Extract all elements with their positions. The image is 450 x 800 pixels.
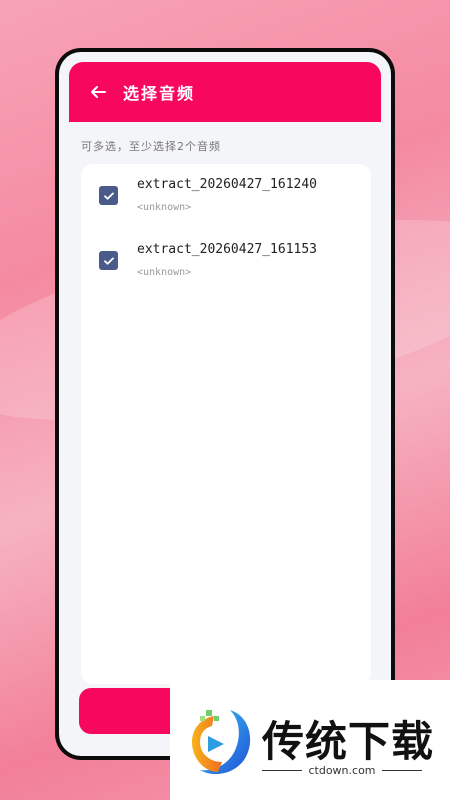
audio-artist: <unknown> (137, 202, 192, 213)
phone-frame: 选择音频 可多选，至少选择2个音频 extract_20260427_16124… (55, 48, 395, 760)
item-checkbox[interactable] (99, 186, 118, 205)
list-item[interactable]: extract_20260427_161240 <unknown> (81, 174, 371, 224)
divider (381, 770, 422, 771)
audio-name: extract_20260427_161153 (137, 242, 318, 257)
list-item[interactable]: extract_20260427_161153 <unknown> (81, 239, 371, 289)
brand-name: 传统下载 (262, 717, 435, 766)
arrow-left-icon (91, 86, 106, 98)
selection-hint: 可多选，至少选择2个音频 (81, 140, 221, 153)
checkmark-icon (103, 192, 114, 200)
brand-logo-icon (192, 710, 251, 775)
audio-list: extract_20260427_161240 <unknown> extrac… (81, 164, 371, 684)
divider (262, 770, 303, 771)
audio-name: extract_20260427_161240 (137, 177, 318, 192)
item-checkbox[interactable] (99, 251, 118, 270)
audio-artist: <unknown> (137, 267, 192, 278)
brand-url-text: ctdown.com (308, 764, 376, 777)
back-button[interactable] (87, 81, 109, 103)
checkmark-icon (103, 257, 114, 265)
watermark-banner: 传统下载 ctdown.com (170, 680, 450, 800)
brand-url: ctdown.com (262, 764, 422, 777)
app-header: 选择音频 (69, 62, 381, 122)
app-screen: 选择音频 可多选，至少选择2个音频 extract_20260427_16124… (59, 52, 391, 756)
page-title: 选择音频 (123, 84, 196, 103)
